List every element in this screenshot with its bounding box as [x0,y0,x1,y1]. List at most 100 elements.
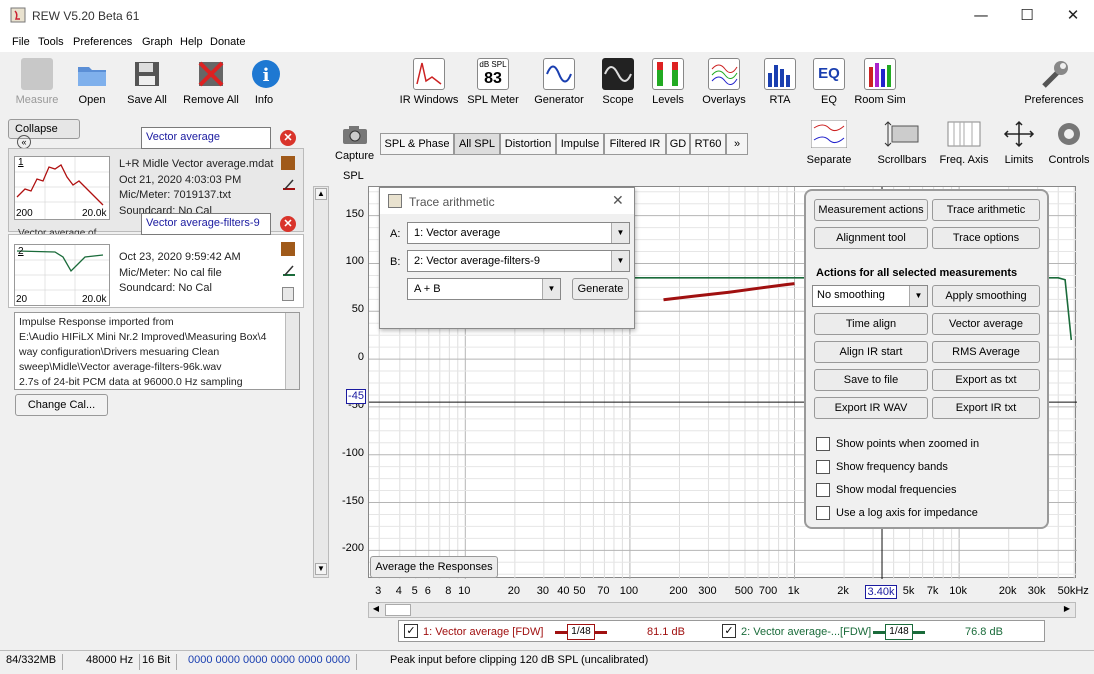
tab-distortion[interactable]: Distortion [500,133,556,155]
menu-tools[interactable]: Tools [38,36,64,48]
menu-help[interactable]: Help [180,36,203,48]
tab-more[interactable]: » [726,133,748,155]
gear-icon [1051,120,1087,148]
close-window-button[interactable]: ✕ [1050,0,1094,32]
sample-rate: 48000 Hz [86,654,141,670]
room-sim-button[interactable]: Room Sim [852,58,908,106]
camera-icon[interactable] [338,124,372,146]
export-as-txt-button[interactable]: Export as txt [932,369,1040,391]
smoothing-select[interactable]: No smoothing ▼ [812,285,928,307]
operand-a-select[interactable]: 1: Vector average ▼ [407,222,630,244]
x-tick-label: 300 [698,585,717,597]
ir-windows-button[interactable]: IR Windows [398,58,460,106]
notes-scrollbar[interactable] [285,313,299,389]
scrollbars-button[interactable]: Scrollbars [876,120,928,166]
measurement-actions-button[interactable]: Measurement actions [814,199,928,221]
smoothing-value: No smoothing [817,289,885,301]
tab-gd[interactable]: GD [666,133,690,155]
trace-arithmetic-dialog: Trace arithmetic ✕ A: 1: Vector average ▼… [379,187,635,329]
legend-checkbox-2[interactable]: ✓ [722,624,736,638]
save-to-file-button[interactable]: Save to file [814,369,928,391]
generate-button[interactable]: Generate [572,278,629,300]
measurement-name-field-2[interactable]: Vector average-filters-9 [141,213,271,235]
trace-arithmetic-button[interactable]: Trace arithmetic [932,199,1040,221]
rta-button[interactable]: RTA [764,58,796,106]
export-ir-wav-button[interactable]: Export IR WAV [814,397,928,419]
remove-measurement-2-icon[interactable]: ✕ [280,216,296,232]
maximize-button[interactable]: ☐ [1004,0,1050,32]
controls-button[interactable]: Controls [1046,120,1092,166]
tab-rt60[interactable]: RT60 [690,133,726,155]
collapse-button[interactable]: Collapse « [8,119,80,149]
scope-button[interactable]: Scope [600,58,636,106]
menu-donate[interactable]: Donate [210,36,245,48]
measurement-notes[interactable]: Impulse Response imported from E:\Audio … [14,312,300,390]
open-button[interactable]: Open [72,58,112,106]
info-button[interactable]: i Info [250,58,280,106]
measurement-number-2: 2 [18,246,24,257]
time-align-button[interactable]: Time align [814,313,928,335]
trace-options-button[interactable]: Trace options [932,227,1040,249]
overlays-icon [708,58,740,90]
generator-button[interactable]: Generator [532,58,586,106]
scroll-left-icon[interactable]: ◀ [370,604,382,616]
tab-filtered-ir[interactable]: Filtered IR [604,133,666,155]
show-points-checkbox[interactable] [816,437,830,451]
spl-meter-button[interactable]: dB SPL 83 SPL Meter [466,58,520,106]
overlays-button[interactable]: Overlays [700,58,748,106]
measure-button[interactable]: Measure [14,58,60,106]
thumb2-xmin: 20 [16,294,28,305]
scroll-right-icon[interactable]: ▶ [1061,604,1073,616]
menu-file[interactable]: File [12,36,30,48]
minimize-button[interactable]: — [958,0,1004,32]
scroll-down-icon[interactable]: ▼ [315,563,327,575]
freq-axis-button[interactable]: Freq. Axis [938,120,990,166]
notes-icon[interactable] [282,287,294,301]
alignment-tool-button[interactable]: Alignment tool [814,227,928,249]
save-measurement-2-icon[interactable] [281,242,295,256]
operation-select[interactable]: A + B ▼ [407,278,561,300]
y-tick-label: -150 [341,494,364,507]
folder-icon [76,58,108,90]
separate-button[interactable]: Separate [804,119,854,166]
trace-color-2-icon[interactable] [283,264,295,276]
tab-spl-phase[interactable]: SPL & Phase [380,133,454,155]
limits-button[interactable]: Limits [998,120,1040,166]
tab-impulse[interactable]: Impulse [556,133,604,155]
remove-all-button[interactable]: Remove All [182,58,240,106]
scroll-up-icon[interactable]: ▲ [315,188,327,200]
remove-measurement-1-icon[interactable]: ✕ [280,130,296,146]
save-all-button[interactable]: Save All [124,58,170,106]
capture-label[interactable]: Capture [335,150,374,162]
svg-text:i: i [263,65,270,86]
horizontal-scrollbar[interactable]: ◀ ▶ [368,602,1076,618]
operand-b-select[interactable]: 2: Vector average-filters-9 ▼ [407,250,630,272]
preferences-button[interactable]: Preferences [1022,58,1086,106]
menu-graph[interactable]: Graph [142,36,173,48]
average-responses-button[interactable]: Average the Responses [370,556,498,578]
scroll-thumb[interactable] [385,604,411,616]
measurement-name-field-1[interactable]: Vector average [141,127,271,149]
show-modal-frequencies-checkbox[interactable] [816,483,830,497]
levels-button[interactable]: Levels [650,58,686,106]
log-axis-impedance-checkbox[interactable] [816,506,830,520]
save-measurement-1-icon[interactable] [281,156,295,170]
legend-smoothing-1[interactable]: 1/48 [567,624,595,640]
change-cal-button[interactable]: Change Cal... [15,394,108,416]
legend-smoothing-2[interactable]: 1/48 [885,624,913,640]
dialog-close-icon[interactable]: ✕ [612,192,624,209]
trace-color-1-icon[interactable] [283,178,295,190]
rms-average-button[interactable]: RMS Average [932,341,1040,363]
vector-average-button[interactable]: Vector average [932,313,1040,335]
tab-all-spl[interactable]: All SPL [454,133,500,155]
eq-button[interactable]: EQ EQ [812,58,846,106]
legend-checkbox-1[interactable]: ✓ [404,624,418,638]
export-ir-txt-button[interactable]: Export IR txt [932,397,1040,419]
vertical-scrollbar[interactable]: ▲ ▼ [313,186,329,578]
show-frequency-bands-checkbox[interactable] [816,460,830,474]
title-bar: REW V5.20 Beta 61 — ☐ ✕ [0,0,1094,32]
menu-preferences[interactable]: Preferences [73,36,132,48]
align-ir-start-button[interactable]: Align IR start [814,341,928,363]
show-modal-frequencies-label: Show modal frequencies [836,484,957,496]
apply-smoothing-button[interactable]: Apply smoothing [932,285,1040,307]
